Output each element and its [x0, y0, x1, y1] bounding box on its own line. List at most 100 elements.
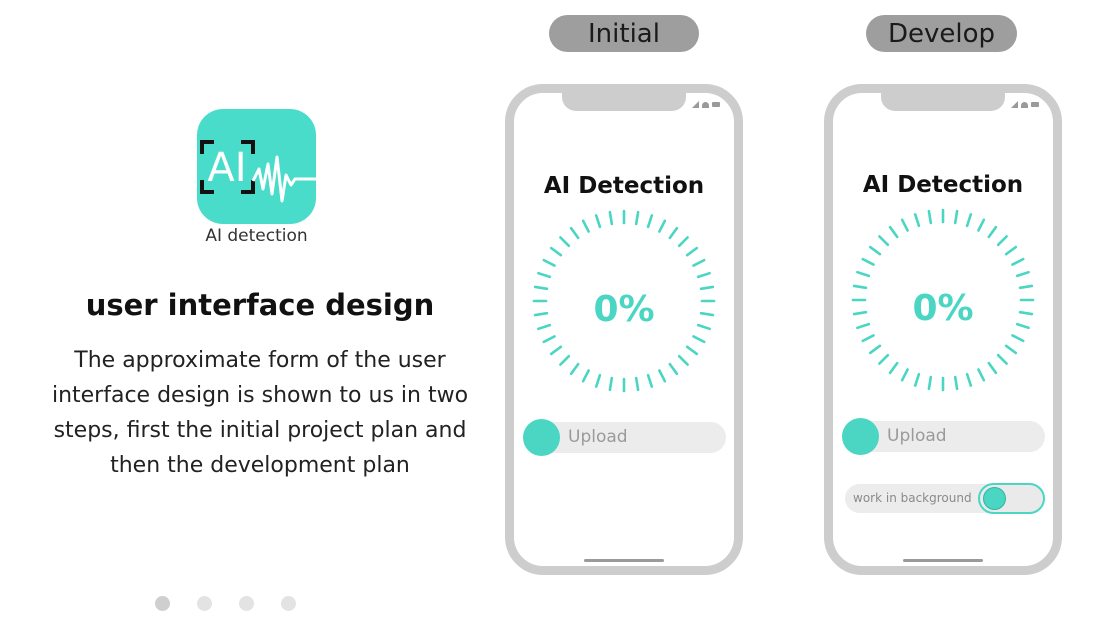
dial-tick: [677, 354, 689, 366]
dial-tick: [549, 345, 563, 356]
battery-icon: [1031, 102, 1039, 107]
dial-tick: [953, 209, 959, 225]
work-in-background-toggle[interactable]: [978, 483, 1045, 514]
dial-tick: [559, 236, 571, 248]
phone-mockup-develop: AI Detection 0% Upload work in backgroun…: [824, 84, 1062, 575]
dial-tick: [861, 334, 875, 343]
pagination-dot-1[interactable]: [155, 596, 170, 611]
dial-tick: [888, 225, 899, 239]
dial-tick: [953, 375, 959, 391]
screen-title: AI Detection: [543, 173, 705, 199]
dial-tick: [927, 375, 933, 391]
dial-tick: [646, 373, 654, 388]
icon-ai-text: AI: [207, 145, 246, 191]
signal-icon: [692, 101, 699, 108]
dial-tick: [658, 219, 667, 233]
dial-tick: [888, 361, 899, 375]
upload-button[interactable]: Upload: [523, 419, 726, 456]
dial-tick: [996, 353, 1008, 365]
dial-tick: [581, 369, 590, 383]
ai-detection-app-icon: AI: [197, 109, 316, 224]
dial-tick: [1004, 245, 1018, 256]
app-icon-label: AI detection: [205, 226, 308, 246]
dial-tick: [549, 246, 563, 257]
wifi-icon: [702, 101, 709, 108]
dial-tick: [569, 226, 580, 240]
dial-tick: [878, 235, 890, 247]
dial-tick: [1011, 334, 1025, 343]
dial-tick: [542, 258, 556, 267]
dial-tick: [977, 218, 986, 232]
home-indicator: [903, 559, 983, 562]
dial-tick: [1015, 270, 1030, 278]
status-bar-icons: [692, 101, 720, 108]
dial-tick: [668, 226, 679, 240]
upload-knob: [842, 418, 879, 455]
dial-tick: [685, 345, 699, 356]
dial-tick: [987, 361, 998, 375]
dial-tick: [1004, 344, 1018, 355]
dial-tick: [878, 353, 890, 365]
dial-tick: [594, 214, 602, 229]
dial-tick: [913, 213, 921, 228]
upload-label: Upload: [887, 426, 947, 446]
phone-mockup-initial: AI Detection 0% Upload: [505, 84, 743, 575]
dial-tick: [658, 369, 667, 383]
pagination-dot-2[interactable]: [197, 596, 212, 611]
phone-notch: [881, 91, 1005, 111]
pagination-dot-3[interactable]: [239, 596, 254, 611]
dial-tick: [685, 246, 699, 257]
dial-tick: [677, 236, 689, 248]
screen-title: AI Detection: [862, 172, 1024, 198]
section-heading: user interface design: [85, 288, 435, 322]
toggle-knob: [983, 487, 1006, 510]
dial-tick: [608, 376, 614, 392]
dial-tick: [559, 354, 571, 366]
dial-tick: [868, 245, 882, 256]
progress-percent: 0%: [593, 289, 655, 330]
progress-percent: 0%: [912, 288, 974, 329]
status-bar-icons: [1011, 101, 1039, 108]
dial-tick: [569, 362, 580, 376]
dial-tick: [965, 372, 973, 387]
dial-tick: [634, 376, 640, 392]
upload-button[interactable]: Upload: [842, 418, 1045, 455]
phone-notch: [562, 91, 686, 111]
dial-tick: [965, 213, 973, 228]
dial-tick: [927, 209, 933, 225]
dial-tick: [542, 335, 556, 344]
dial-tick: [996, 235, 1008, 247]
dial-tick: [861, 257, 875, 266]
dial-tick: [856, 270, 871, 278]
dial-tick: [868, 344, 882, 355]
dial-tick: [692, 335, 706, 344]
dial-tick: [646, 214, 654, 229]
wifi-icon: [1021, 101, 1028, 108]
pagination-dot-4[interactable]: [281, 596, 296, 611]
stage-label-develop: Develop: [866, 15, 1017, 52]
dial-tick: [1011, 257, 1025, 266]
upload-knob: [523, 419, 560, 456]
dial-tick: [668, 362, 679, 376]
signal-icon: [1011, 101, 1018, 108]
dial-tick: [900, 368, 909, 382]
dial-tick: [537, 271, 552, 279]
dial-tick: [913, 372, 921, 387]
work-in-background-label: work in background: [853, 491, 972, 505]
dial-tick: [594, 373, 602, 388]
stage-label-initial: Initial: [549, 15, 699, 52]
work-in-background-row: work in background: [845, 483, 1045, 514]
dial-tick: [608, 210, 614, 226]
battery-icon: [712, 102, 720, 107]
dial-tick: [987, 225, 998, 239]
dial-tick: [581, 219, 590, 233]
home-indicator: [584, 559, 664, 562]
dial-tick: [900, 218, 909, 232]
dial-tick: [696, 271, 711, 279]
dial-tick: [977, 368, 986, 382]
section-description: The approximate form of the user interfa…: [51, 348, 469, 478]
scan-waveform-icon: AI: [200, 140, 316, 203]
upload-label: Upload: [568, 427, 628, 447]
dial-tick: [634, 210, 640, 226]
dial-tick: [692, 258, 706, 267]
